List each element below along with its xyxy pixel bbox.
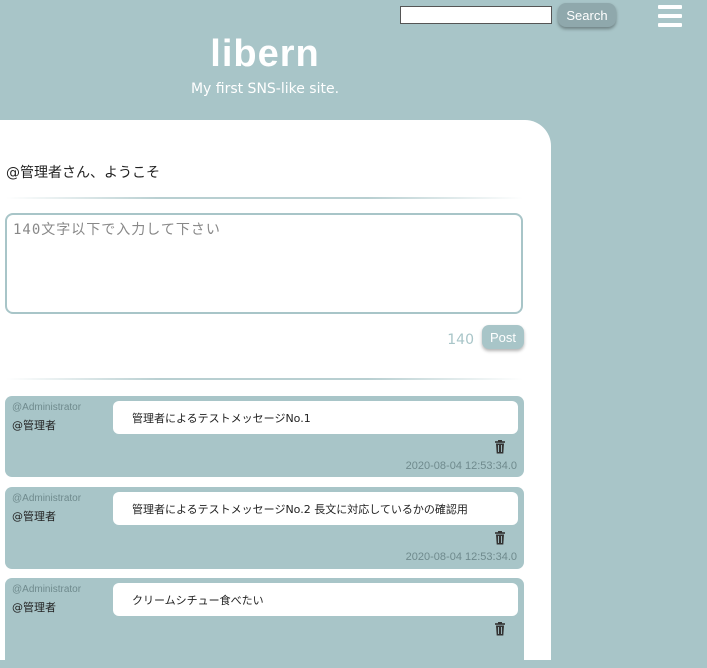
- trash-icon[interactable]: [494, 531, 506, 545]
- post-textarea[interactable]: [5, 213, 523, 314]
- hamburger-menu-icon[interactable]: [658, 4, 682, 28]
- main-panel: @管理者さん、ようこそ 140 Post @Administrator @管理者…: [0, 120, 551, 668]
- menu-bar: [658, 14, 682, 18]
- site-logo[interactable]: libern: [0, 30, 530, 78]
- message-item: @Administrator @管理者 クリームシチュー食べたい: [5, 578, 524, 668]
- site-tagline: My first SNS-like site.: [190, 81, 340, 97]
- divider: [6, 378, 523, 380]
- message-text: 管理者によるテストメッセージNo.2 長文に対応しているかの確認用: [113, 492, 518, 525]
- char-counter: 140: [447, 332, 474, 348]
- post-button[interactable]: Post: [482, 325, 524, 349]
- message-user-name[interactable]: @管理者: [12, 599, 56, 615]
- search-input[interactable]: [400, 6, 552, 24]
- message-user-handle[interactable]: @Administrator: [12, 493, 81, 504]
- trash-icon[interactable]: [494, 622, 506, 636]
- message-user-name[interactable]: @管理者: [12, 508, 56, 524]
- message-user-handle[interactable]: @Administrator: [12, 402, 81, 413]
- message-user-handle[interactable]: @Administrator: [12, 584, 81, 595]
- message-text: 管理者によるテストメッセージNo.1: [113, 401, 518, 434]
- welcome-message: @管理者さん、ようこそ: [6, 165, 160, 181]
- message-item: @Administrator @管理者 管理者によるテストメッセージNo.2 長…: [5, 487, 524, 569]
- search-button[interactable]: Search: [558, 3, 616, 27]
- menu-bar: [658, 5, 682, 9]
- trash-icon[interactable]: [494, 440, 506, 454]
- divider: [6, 197, 523, 199]
- message-timestamp: 2020-08-04 12:53:34.0: [405, 460, 517, 472]
- message-timestamp: 2020-08-04 12:53:34.0: [405, 551, 517, 563]
- menu-bar: [658, 23, 682, 27]
- message-user-name[interactable]: @管理者: [12, 417, 56, 433]
- message-item: @Administrator @管理者 管理者によるテストメッセージNo.1 2…: [5, 396, 524, 477]
- message-text: クリームシチュー食べたい: [113, 583, 518, 616]
